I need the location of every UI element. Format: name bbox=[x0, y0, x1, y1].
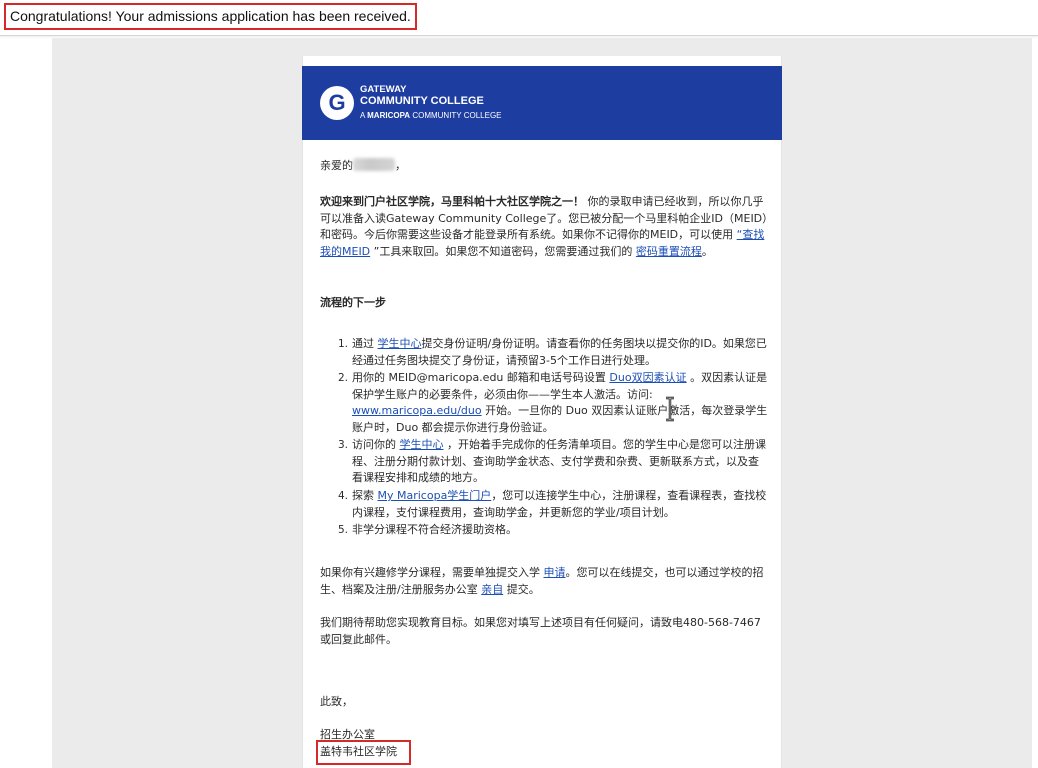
duo-2fa-link[interactable]: Duo双因素认证 bbox=[609, 371, 686, 384]
step-number: 4. bbox=[338, 490, 349, 502]
my-maricopa-portal-link[interactable]: My Maricopa学生门户 bbox=[378, 489, 492, 502]
step-item-5: 非学分课程不符合经济援助资格。 bbox=[352, 523, 517, 536]
email-subject: Congratulations! Your admissions applica… bbox=[4, 3, 417, 30]
intro-paragraph: 欢迎来到门户社区学院，马里科帕十大社区学院之一！ 你的录取申请已经收到，所以你几… bbox=[320, 195, 768, 258]
step-item-1: 通过 学生中心提交身份证明/身份证明。请查看你的任务图块以提交你的ID。如果您已… bbox=[352, 337, 767, 367]
college-header-banner: G GATEWAY COMMUNITY COLLEGE A MARICOPA C… bbox=[302, 66, 782, 140]
next-steps-title: 流程的下一步 bbox=[320, 296, 386, 309]
signature-highlight-box bbox=[316, 740, 411, 765]
step-number: 5. bbox=[338, 524, 349, 536]
step-number: 3. bbox=[338, 439, 349, 451]
step-item-2: 用你的 MEID@maricopa.edu 邮箱和电话号码设置 Duo双因素认证… bbox=[352, 371, 768, 434]
text-cursor-icon bbox=[666, 396, 674, 422]
brand-gateway: GATEWAY bbox=[360, 84, 407, 95]
closing: 此致， bbox=[320, 695, 353, 708]
brand-maricopa-tagline: A MARICOPA COMMUNITY COLLEGE bbox=[360, 111, 502, 120]
redacted-name bbox=[353, 158, 395, 171]
contact-paragraph: 我们期待帮助您实现教育目标。如果您对填写上述项目有任何疑问，请致电480-568… bbox=[320, 616, 761, 646]
step-number: 1. bbox=[338, 338, 349, 350]
in-person-link[interactable]: 亲自 bbox=[481, 583, 503, 596]
step-item-4: 探索 My Maricopa学生门户，您可以连接学生中心，注册课程，查看课程表，… bbox=[352, 489, 767, 519]
email-subject-bar: Congratulations! Your admissions applica… bbox=[0, 0, 1038, 36]
noncredit-paragraph: 如果你有兴趣修学分课程，需要单独提交入学 申请。您可以在线提交，也可以通过学校的… bbox=[320, 566, 764, 596]
student-center-link[interactable]: 学生中心 bbox=[378, 337, 422, 350]
gateway-logo-icon: G bbox=[320, 86, 354, 120]
step-number: 2. bbox=[338, 372, 349, 384]
maricopa-duo-link[interactable]: www.maricopa.edu/duo bbox=[352, 404, 482, 417]
step-item-3: 访问你的 学生中心 ，开始着手完成你的任务清单项目。您的学生中心是您可以注册课程… bbox=[352, 438, 766, 484]
password-reset-link[interactable]: 密码重置流程 bbox=[636, 245, 702, 258]
greeting: 亲爱的， bbox=[320, 158, 406, 172]
brand-community-college: COMMUNITY COLLEGE bbox=[360, 95, 484, 107]
student-center-link[interactable]: 学生中心 bbox=[400, 438, 444, 451]
apply-link[interactable]: 申请 bbox=[544, 566, 566, 579]
